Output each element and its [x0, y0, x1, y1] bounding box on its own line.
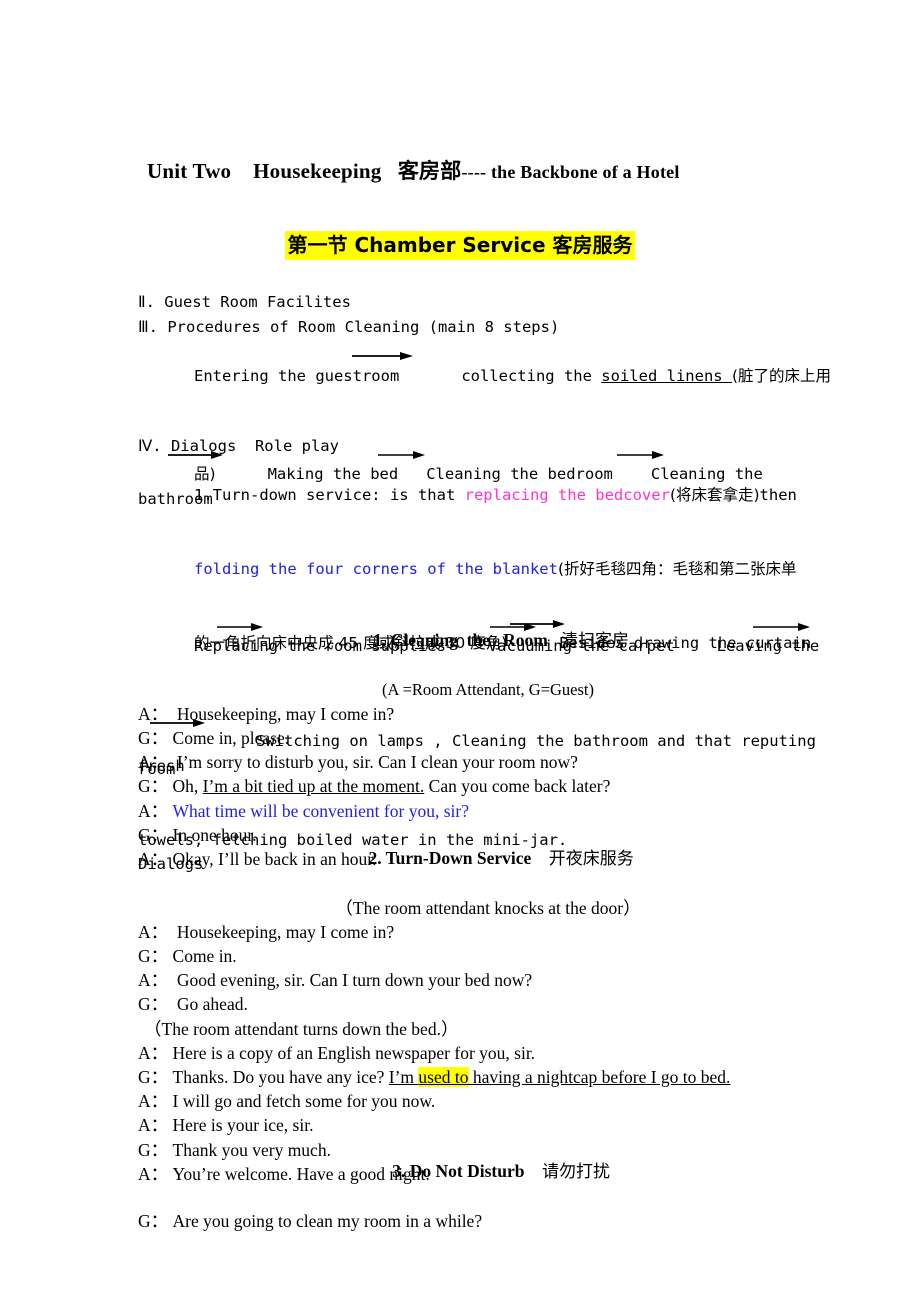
- dialog-text: Good evening, sir. Can I turn down your …: [172, 970, 533, 991]
- dialog-line: G： Go ahead.: [138, 992, 838, 1016]
- dialog-1-heading: 1. Cleaning the Room 清扫客房: [138, 604, 838, 678]
- dialog-text-blue: What time will be convenient for you, si…: [172, 800, 469, 821]
- speaker-label: G：: [138, 1210, 169, 1231]
- step-collecting: collecting the: [461, 366, 602, 385]
- dialog-2-note: （The room attendant knocks at the door）: [335, 897, 641, 918]
- dialog-2-heading: 2. Turn-Down Service 开夜床服务: [138, 822, 838, 896]
- dialog-text: Come in, please.: [172, 728, 290, 749]
- section-header: 第一节 Chamber Service 客房服务: [285, 231, 635, 260]
- dialog-text-underlined: I’m a bit tied up at the moment.: [202, 776, 425, 797]
- turndown-magenta-phrase: replacing the bedcover: [464, 486, 670, 505]
- step-entering-guestroom: Entering the guestroom: [194, 366, 400, 385]
- steps-line-1: Entering the guestroom collecting the soi…: [138, 339, 838, 437]
- dialog-text: Here is your ice, sir.: [172, 1115, 314, 1136]
- speaker-label: A：: [138, 800, 169, 821]
- dialog-text: Housekeeping, may I come in?: [172, 703, 395, 724]
- dialog-line: G： Oh, I’m a bit tied up at the moment. …: [138, 774, 838, 798]
- turndown-blue-phrase: folding the four corners of the blanket: [194, 559, 558, 578]
- dialog-1-heading-num: 1. Cleaning: [373, 630, 458, 651]
- dialog-text: Go ahead.: [172, 994, 248, 1015]
- dialog-text-post: Can you come back later?: [424, 776, 611, 797]
- turndown-then: then: [759, 486, 797, 505]
- dialog-text-pre: Thanks. Do you have any ice?: [172, 1067, 389, 1088]
- dialog-line: G： Are you going to clean my room in a w…: [138, 1209, 838, 1233]
- speaker-label: G：: [138, 776, 169, 797]
- dialog-3-block: 3. Do Not Disturb 请勿打扰 G： Are you going …: [138, 1135, 838, 1233]
- dialog-2-heading-num: 2. Turn-Down Service: [368, 848, 532, 869]
- speaker-label: A：: [138, 703, 169, 724]
- title-chinese: 客房部: [397, 159, 462, 183]
- title-part2: Housekeeping: [253, 159, 382, 183]
- speaker-label: G：: [138, 946, 169, 967]
- dialog-text: I’m sorry to disturb you, sir. Can I cle…: [172, 752, 578, 773]
- dialog-line: A： Here is a copy of an English newspape…: [138, 1041, 838, 1065]
- turndown-line-2: folding the four corners of the blanket(…: [138, 532, 838, 606]
- outline-item-2: Ⅱ. Guest Room Facilites: [138, 293, 351, 311]
- dialog-text-underlined-pre: I’m: [388, 1067, 419, 1088]
- dialog-line: G： Thanks. Do you have any ice? I’m used…: [138, 1065, 838, 1089]
- dialog-2-heading-cn: 开夜床服务: [548, 849, 634, 870]
- dialog-text-pre: Oh,: [172, 776, 203, 797]
- dialog-text: Housekeeping, may I come in?: [172, 921, 395, 942]
- section-header-row: 第一节 Chamber Service 客房服务: [0, 231, 920, 260]
- dialog-text-highlighted: used to: [418, 1067, 469, 1088]
- title-tail: ---- the Backbone of a Hotel: [461, 162, 680, 182]
- dialog-line: A： Here is your ice, sir.: [138, 1113, 838, 1137]
- speaker-label: A：: [138, 921, 169, 942]
- dialog-2-block: 2. Turn-Down Service 开夜床服务 （The room att…: [138, 822, 838, 1186]
- dialog-3-heading-cn: 请勿打扰: [541, 1162, 610, 1183]
- speaker-label: A：: [138, 1115, 169, 1136]
- speaker-label: G：: [138, 994, 169, 1015]
- dialog-text: Here is a copy of an English newspaper f…: [172, 1042, 536, 1063]
- outline-item-3: Ⅲ. Procedures of Room Cleaning (main 8 s…: [138, 317, 560, 336]
- dialog-3-heading: 3. Do Not Disturb 请勿打扰: [138, 1135, 838, 1209]
- arrow-icon: [352, 352, 413, 361]
- speaker-label: A：: [138, 1042, 169, 1063]
- turndown-chinese-2: (折好毛毯四角：毛毯和第二张床单: [557, 559, 797, 578]
- step-line1-chinese: (脏了的床上用: [731, 366, 832, 385]
- document-page: Unit Two Housekeeping 客房部---- the Backbo…: [0, 0, 920, 1302]
- dialog-line: A： Housekeeping, may I come in?: [138, 702, 838, 726]
- dialog-line: G： Come in, please.: [138, 726, 838, 750]
- dialog-3-heading-num: 3. Do Not Disturb: [392, 1161, 525, 1182]
- outline-item-4: Ⅳ. Dialogs Role play: [138, 437, 339, 455]
- turndown-chinese-1: (将床套拿走): [669, 486, 760, 505]
- dialog-1-note: (A =Room Attendant, G=Guest): [381, 679, 594, 699]
- speaker-label: A：: [138, 970, 169, 991]
- dialog-line: A： I will go and fetch some for you now.: [138, 1089, 838, 1113]
- dialog-text: Come in.: [172, 946, 237, 967]
- dialog-1-heading-cn: 清扫客房: [560, 631, 629, 652]
- turndown-line-1: 1.Turn-down service: is that replacing t…: [138, 459, 838, 533]
- title-part1: Unit Two: [147, 159, 232, 183]
- dialog-text: I will go and fetch some for you now.: [172, 1091, 436, 1112]
- dialog-2-stage-direction: （The room attendant turns down the bed.）: [144, 1018, 459, 1039]
- dialog-text: Are you going to clean my room in a whil…: [172, 1210, 483, 1231]
- speaker-label: G：: [138, 728, 169, 749]
- speaker-label: A：: [138, 1091, 169, 1112]
- turndown-lead: 1.Turn-down service: is that: [194, 486, 465, 505]
- dialog-line: G： Come in.: [138, 944, 838, 968]
- dialog-1-heading-en: the Room: [466, 630, 548, 651]
- dialog-line: A： I’m sorry to disturb you, sir. Can I …: [138, 750, 838, 774]
- step-soiled-linens: soiled linens: [601, 366, 732, 385]
- dialog-line: A： What time will be convenient for you,…: [138, 799, 838, 823]
- dialog-text-underlined-post: having a nightcap before I go to bed.: [468, 1067, 731, 1088]
- page-title: Unit Two Housekeeping 客房部---- the Backbo…: [147, 155, 680, 185]
- dialog-line: A： Housekeeping, may I come in?: [138, 920, 838, 944]
- speaker-label: A：: [138, 752, 169, 773]
- speaker-label: G：: [138, 1067, 169, 1088]
- dialog-line: A： Good evening, sir. Can I turn down yo…: [138, 968, 838, 992]
